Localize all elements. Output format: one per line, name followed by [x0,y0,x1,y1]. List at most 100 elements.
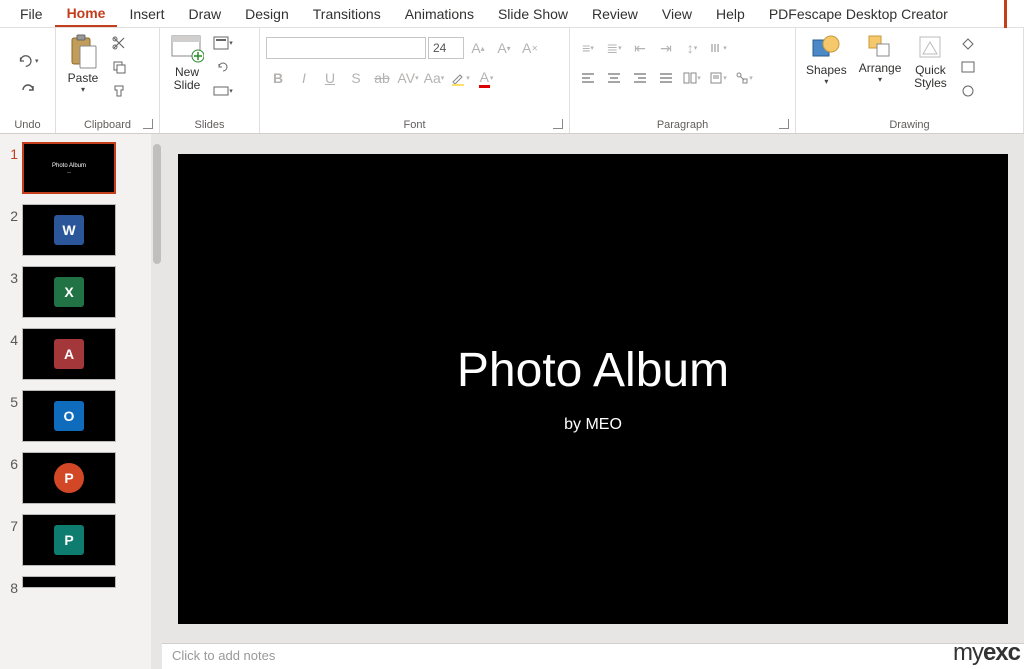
slide-number: 8 [4,576,22,596]
scissors-icon [112,36,126,50]
shadow-button[interactable]: S [344,66,368,90]
workspace: 1 Photo Album — 2 W 3 X 4 A [0,134,1024,669]
font-color-button[interactable]: A▾ [474,66,498,90]
thumbnail-pane[interactable]: 1 Photo Album — 2 W 3 X 4 A [0,134,151,669]
access-icon: A [54,339,84,369]
columns-button[interactable]: ▾ [680,66,704,90]
slide-preview[interactable]: P [22,452,116,504]
shapes-button[interactable]: Shapes ▾ [802,32,851,88]
menu-insert[interactable]: Insert [117,2,176,26]
arrange-button[interactable]: Arrange ▾ [855,32,906,86]
slide-thumbnail[interactable]: 5 O [4,390,147,442]
redo-button[interactable] [17,78,39,100]
shapes-label: Shapes [806,64,847,77]
slide-thumbnail[interactable]: 7 P [4,514,147,566]
reset-button[interactable] [212,56,234,78]
grow-font-button[interactable]: A▴ [466,36,490,60]
menu-pdfescape[interactable]: PDFescape Desktop Creator [757,2,960,26]
align-left-button[interactable] [576,66,600,90]
indent-right-button[interactable]: ⇥ [654,36,678,60]
menu-file[interactable]: File [8,2,55,26]
align-text-button[interactable]: ▾ [706,66,730,90]
slide-thumbnail[interactable]: 1 Photo Album — [4,142,147,194]
slide-title-text[interactable]: Photo Album [457,343,729,398]
slide-thumbnail[interactable]: 2 W [4,204,147,256]
quick-styles-button[interactable]: Quick Styles [909,32,951,92]
shape-effects-button[interactable] [957,80,979,102]
menu-transitions[interactable]: Transitions [301,2,393,26]
group-label-drawing: Drawing [802,117,1017,131]
slide-thumbnail[interactable]: 3 X [4,266,147,318]
notes-pane[interactable]: Click to add notes [162,643,1024,669]
align-left-icon [581,72,595,84]
smartart-button[interactable]: ▾ [732,66,756,90]
slide-canvas[interactable]: Photo Album by MEO [178,154,1008,624]
scrollbar-thumb[interactable] [153,144,161,264]
menu-animations[interactable]: Animations [393,2,486,26]
line-spacing-button[interactable]: ↕▾ [680,36,704,60]
paragraph-launcher[interactable] [779,119,789,129]
slide-preview[interactable]: X [22,266,116,318]
font-launcher[interactable] [553,119,563,129]
font-name-combo[interactable] [266,37,426,59]
align-right-button[interactable] [628,66,652,90]
shrink-font-button[interactable]: A▾ [492,36,516,60]
slide-preview[interactable]: Photo Album — [22,142,116,194]
smartart-icon [735,71,749,85]
menu-slideshow[interactable]: Slide Show [486,2,580,26]
undo-button[interactable]: ▾ [17,50,39,72]
group-label-slides: Slides [166,117,253,131]
slide-thumbnail[interactable]: 6 P [4,452,147,504]
format-painter-button[interactable] [108,80,130,102]
cut-button[interactable] [108,32,130,54]
outline-icon [960,60,976,74]
accent-edge [1004,0,1024,28]
powerpoint-icon: P [54,463,84,493]
menu-design[interactable]: Design [233,2,301,26]
slide-thumbnail[interactable]: 8 [4,576,147,596]
menu-help[interactable]: Help [704,2,757,26]
italic-button[interactable]: I [292,66,316,90]
bullets-button[interactable]: ≡▾ [576,36,600,60]
thumbnail-scrollbar[interactable] [151,134,162,669]
menu-draw[interactable]: Draw [176,2,233,26]
menu-review[interactable]: Review [580,2,650,26]
paste-button[interactable]: Paste ▾ [62,32,104,96]
shapes-icon [811,34,841,62]
shape-outline-button[interactable] [957,56,979,78]
copy-button[interactable] [108,56,130,78]
shape-fill-button[interactable] [957,32,979,54]
indent-left-button[interactable]: ⇤ [628,36,652,60]
slide-preview[interactable]: P [22,514,116,566]
text-direction-button[interactable]: ▾ [706,36,730,60]
effects-icon [960,84,976,98]
bold-button[interactable]: B [266,66,290,90]
layout-button[interactable]: ▾ [212,32,234,54]
section-button[interactable]: ▾ [212,80,234,102]
numbering-button[interactable]: ≣▾ [602,36,626,60]
clear-format-button[interactable]: A✕ [518,36,542,60]
slide-preview[interactable]: O [22,390,116,442]
slide-preview[interactable]: W [22,204,116,256]
slide-thumbnail[interactable]: 4 A [4,328,147,380]
menu-home[interactable]: Home [55,1,118,27]
slide-number: 4 [4,328,22,348]
group-label-undo: Undo [6,117,49,131]
redo-icon [20,82,36,96]
font-size-combo[interactable] [428,37,464,59]
align-center-button[interactable] [602,66,626,90]
slide-preview[interactable]: A [22,328,116,380]
menu-bar: File Home Insert Draw Design Transitions… [0,0,1024,28]
menu-view[interactable]: View [650,2,704,26]
change-case-button[interactable]: Aa▾ [422,66,446,90]
underline-button[interactable]: U [318,66,342,90]
justify-button[interactable] [654,66,678,90]
new-slide-button[interactable]: New Slide [166,32,208,94]
slide-preview[interactable] [22,576,116,588]
slide-subtitle-text[interactable]: by MEO [564,416,622,434]
clipboard-launcher[interactable] [143,119,153,129]
highlight-button[interactable]: ▾ [448,66,472,90]
char-spacing-button[interactable]: AV▾ [396,66,420,90]
publisher-icon: P [54,525,84,555]
strikethrough-button[interactable]: ab [370,66,394,90]
